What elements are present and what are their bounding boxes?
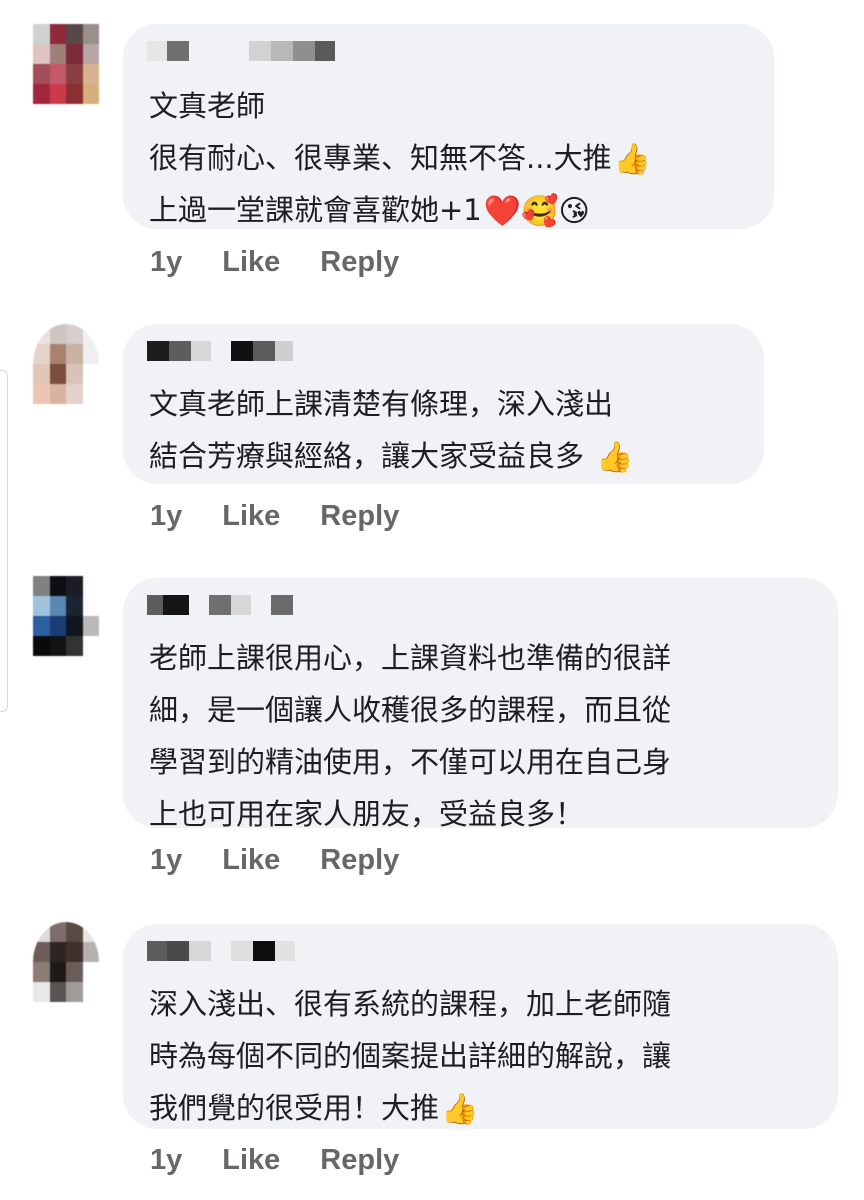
heart-and-face-emoji-icons: ❤️🥰😘 bbox=[483, 194, 590, 229]
comment-line: 文真老師上課清楚有條理，深入淺出 bbox=[149, 387, 614, 421]
comment-timestamp[interactable]: 1y bbox=[150, 1144, 182, 1177]
reply-button[interactable]: Reply bbox=[320, 1144, 399, 1177]
comment-text: 深入淺出、很有系統的課程，加上老師隨 時為每個不同的個案提出詳細的解說，讓 我們… bbox=[149, 978, 671, 1134]
scroll-edge bbox=[0, 370, 8, 712]
reply-button[interactable]: Reply bbox=[320, 246, 399, 279]
author-name-blurred[interactable] bbox=[147, 940, 295, 962]
comment-line: 上也可用在家人朋友，受益良多！ bbox=[149, 797, 585, 831]
comment-bubble: 文真老師 很有耐心、很專業、知無不答...大推👍 上過一堂課就會喜歡她+1❤️🥰… bbox=[123, 24, 774, 229]
avatar[interactable] bbox=[33, 576, 99, 656]
reply-button[interactable]: Reply bbox=[320, 844, 399, 877]
thumbs-up-emoji-icon: 👍 bbox=[441, 1092, 479, 1127]
comment-line: 細，是一個讓人收穫很多的課程，而且從 bbox=[149, 693, 672, 727]
comment-bubble: 老師上課很用心，上課資料也準備的很詳 細，是一個讓人收穫很多的課程，而且從 學習… bbox=[123, 578, 838, 831]
avatar[interactable] bbox=[33, 324, 99, 404]
thumbs-up-emoji-icon: 👍 bbox=[613, 142, 652, 177]
comment-timestamp[interactable]: 1y bbox=[150, 500, 182, 533]
comment-line: 很有耐心、很專業、知無不答...大推 bbox=[149, 141, 612, 175]
comment-line: 我們覺的很受用！大推 bbox=[149, 1091, 440, 1125]
author-name-blurred[interactable] bbox=[147, 340, 293, 362]
comment-text: 文真老師 很有耐心、很專業、知無不答...大推👍 上過一堂課就會喜歡她+1❤️🥰… bbox=[149, 80, 651, 236]
like-button[interactable]: Like bbox=[222, 844, 280, 877]
comment-text: 文真老師上課清楚有條理，深入淺出 結合芳療與經絡，讓大家受益良多 👍 bbox=[149, 378, 633, 482]
like-button[interactable]: Like bbox=[222, 500, 280, 533]
reply-button[interactable]: Reply bbox=[320, 500, 399, 533]
comment-bubble: 深入淺出、很有系統的課程，加上老師隨 時為每個不同的個案提出詳細的解說，讓 我們… bbox=[123, 924, 838, 1129]
comment-line: 學習到的精油使用，不僅可以用在自己身 bbox=[149, 745, 672, 779]
comment-bubble: 文真老師上課清楚有條理，深入淺出 結合芳療與經絡，讓大家受益良多 👍 bbox=[123, 324, 764, 484]
thumbs-up-emoji-icon: 👍 bbox=[596, 440, 634, 475]
author-name-blurred[interactable] bbox=[147, 594, 293, 616]
comment-actions: 1y Like Reply bbox=[150, 1144, 399, 1177]
comment-actions: 1y Like Reply bbox=[150, 844, 399, 877]
avatar[interactable] bbox=[33, 24, 99, 104]
comment-line: 上過一堂課就會喜歡她+1 bbox=[149, 193, 482, 227]
comment-line: 深入淺出、很有系統的課程，加上老師隨 bbox=[149, 987, 672, 1021]
comment-line: 時為每個不同的個案提出詳細的解說，讓 bbox=[149, 1039, 672, 1073]
avatar[interactable] bbox=[33, 922, 99, 1002]
comment-line: 結合芳療與經絡，讓大家受益良多 bbox=[149, 439, 585, 473]
author-name-blurred[interactable] bbox=[147, 40, 335, 62]
comment-text: 老師上課很用心，上課資料也準備的很詳 細，是一個讓人收穫很多的課程，而且從 學習… bbox=[149, 632, 671, 840]
comment-line: 老師上課很用心，上課資料也準備的很詳 bbox=[149, 641, 672, 675]
comment-timestamp[interactable]: 1y bbox=[150, 844, 182, 877]
comment-actions: 1y Like Reply bbox=[150, 246, 399, 279]
comment-line: 文真老師 bbox=[149, 89, 266, 123]
like-button[interactable]: Like bbox=[222, 1144, 280, 1177]
comment-timestamp[interactable]: 1y bbox=[150, 246, 182, 279]
like-button[interactable]: Like bbox=[222, 246, 280, 279]
comment-actions: 1y Like Reply bbox=[150, 500, 399, 533]
